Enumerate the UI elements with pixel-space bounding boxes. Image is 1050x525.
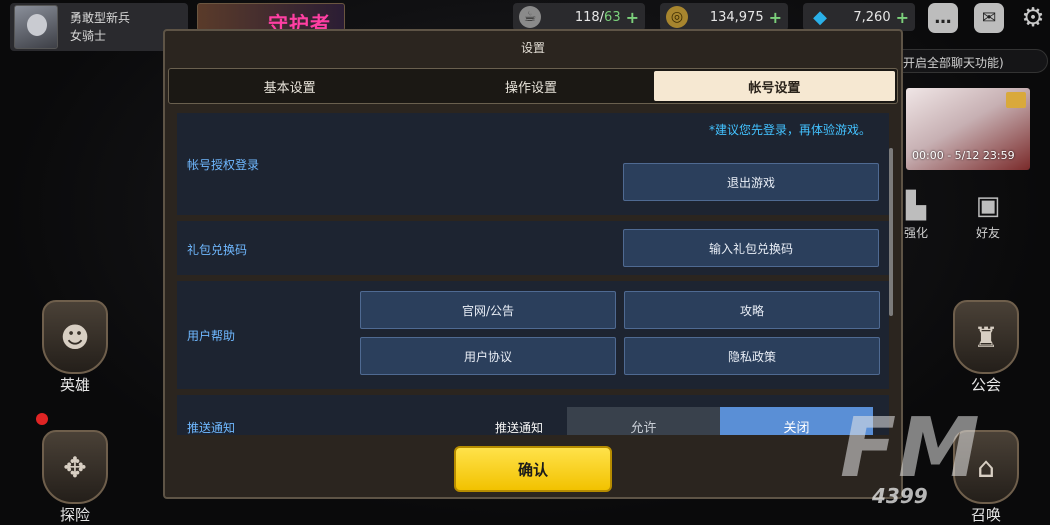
tab-basic-settings[interactable]: 基本设置	[169, 69, 410, 103]
push-sub-label: 推送通知	[495, 421, 544, 435]
user-help-label: 用户帮助	[187, 329, 236, 343]
watermark-logo: FM 4399	[840, 408, 1040, 518]
notification-dot	[36, 413, 48, 425]
friends-button[interactable]: ▣ 好友	[970, 188, 1006, 241]
settings-tabs: 基本设置 操作设置 帐号设置	[168, 68, 898, 104]
stamina-counter[interactable]: ☕ 118/63 +	[513, 3, 645, 31]
guild-button[interactable]: ♜ 公会	[953, 300, 1019, 395]
compass-icon: ✥	[42, 430, 108, 504]
coin-icon: ◎	[666, 6, 688, 28]
scrollbar-thumb[interactable]	[889, 148, 893, 316]
gem-icon: ◆	[813, 6, 827, 28]
explore-label: 探险	[59, 506, 90, 524]
hero-emblem-icon: ☻	[42, 300, 108, 374]
add-gems-button[interactable]: +	[896, 8, 909, 27]
anvil-icon: ▙	[906, 191, 926, 221]
guild-label: 公会	[970, 376, 1001, 394]
gear-icon[interactable]: ⚙	[1018, 3, 1048, 33]
logout-button[interactable]: 退出游戏	[623, 163, 879, 201]
privacy-policy-button[interactable]: 隐私政策	[624, 337, 880, 375]
heroes-button[interactable]: ☻ 英雄	[42, 300, 108, 395]
account-label: 帐号授权登录	[187, 158, 260, 172]
event-time: 00:00 - 5/12 23:59	[912, 149, 1015, 162]
player-avatar	[14, 5, 58, 49]
confirm-button[interactable]: 确认	[454, 446, 612, 492]
chat-icon[interactable]: …	[928, 3, 958, 33]
gold-counter[interactable]: ◎ 134,975 +	[660, 3, 788, 31]
player-card[interactable]: 勇敢型新兵 女骑士	[10, 3, 188, 51]
friends-icon: ▣	[975, 191, 1001, 221]
watermark-number: 4399	[872, 484, 928, 508]
dialog-title: 设置	[520, 41, 545, 55]
enter-gift-code-button[interactable]: 输入礼包兑换码	[623, 229, 879, 267]
friends-label: 好友	[975, 226, 1000, 240]
coffee-icon: ☕	[519, 6, 541, 28]
tab-account-settings[interactable]: 帐号设置	[653, 71, 895, 101]
push-allow-option[interactable]: 允许	[567, 407, 720, 436]
settings-scroll-area[interactable]: 帐号授权登录 *建议您先登录，再体验游戏。 退出游戏 礼包兑换码 输入礼包兑换码…	[177, 113, 897, 435]
user-help-section: 用户帮助 官网/公告 攻略 用户协议 隐私政策	[177, 281, 889, 389]
event-banner-text: 守护者	[268, 12, 331, 31]
user-agreement-button[interactable]: 用户协议	[360, 337, 616, 375]
chat-hint[interactable]: 开启全部聊天功能)	[888, 49, 1048, 73]
gift-code-section: 礼包兑换码 输入礼包兑换码	[177, 221, 889, 275]
mail-icon[interactable]: ✉	[974, 3, 1004, 33]
crown-icon	[1006, 92, 1026, 108]
enhance-button[interactable]: ▙ 强化	[898, 188, 934, 241]
push-label: 推送通知	[187, 421, 236, 435]
gem-value: 7,260	[853, 9, 891, 25]
guide-button[interactable]: 攻略	[624, 291, 880, 329]
gold-value: 134,975	[709, 9, 764, 25]
stamina-current: 118	[574, 9, 600, 25]
push-section: 推送通知 推送通知 允许 关闭	[177, 395, 889, 435]
player-title: 勇敢型新兵	[70, 11, 131, 25]
enhance-label: 强化	[903, 226, 928, 240]
push-toggle[interactable]: 允许 关闭	[567, 407, 873, 435]
add-stamina-button[interactable]: +	[626, 8, 639, 27]
account-section: 帐号授权登录 *建议您先登录，再体验游戏。 退出游戏	[177, 113, 889, 215]
stamina-max: 63	[604, 9, 621, 25]
heroes-label: 英雄	[59, 376, 90, 394]
login-hint: *建议您先登录，再体验游戏。	[708, 123, 871, 137]
official-site-button[interactable]: 官网/公告	[360, 291, 616, 329]
settings-dialog: 设置 基本设置 操作设置 帐号设置 帐号授权登录 *建议您先登录，再体验游戏。 …	[163, 29, 903, 499]
event-artwork[interactable]: 00:00 - 5/12 23:59	[906, 88, 1030, 170]
event-banner[interactable]: 守护者	[197, 3, 345, 31]
add-gold-button[interactable]: +	[769, 8, 782, 27]
scrollbar[interactable]	[889, 148, 893, 316]
gift-code-label: 礼包兑换码	[187, 243, 248, 257]
explore-button[interactable]: ✥ 探险	[42, 430, 108, 525]
gem-counter[interactable]: ◆ 7,260 +	[803, 3, 915, 31]
castle-icon: ♜	[953, 300, 1019, 374]
player-class: 女骑士	[70, 29, 107, 43]
watermark-brand: FM	[840, 401, 982, 496]
tab-control-settings[interactable]: 操作设置	[410, 69, 651, 103]
